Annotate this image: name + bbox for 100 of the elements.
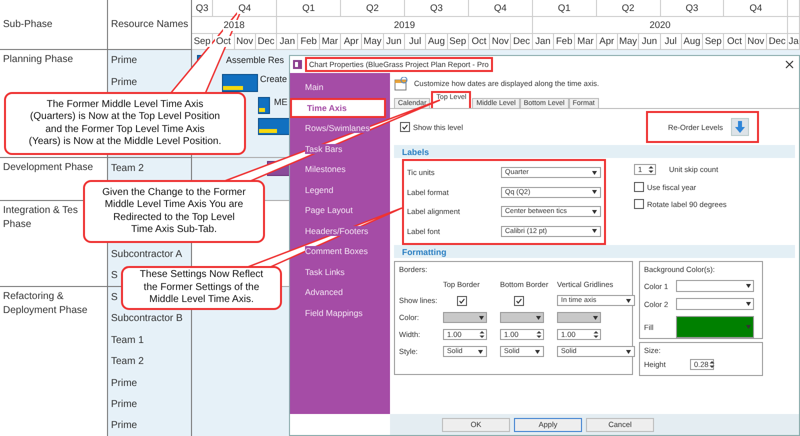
month-label: Nov <box>490 36 510 47</box>
color-dropdown[interactable] <box>557 312 601 323</box>
spinner-arrows-icon[interactable] <box>536 330 542 339</box>
gantt-bar <box>258 118 290 135</box>
caret-icon <box>746 302 751 306</box>
sidebar-item[interactable]: Task Bars <box>290 138 390 159</box>
month-label: Ja <box>788 36 800 47</box>
caret-icon <box>626 298 631 302</box>
gantt-bar <box>258 97 270 114</box>
month-label: Jan <box>278 36 296 47</box>
quarter-label: Q2 <box>365 2 380 14</box>
month-label: Sep <box>192 36 212 47</box>
month-label: Sep <box>704 36 723 47</box>
quarter-label: Q3 <box>194 2 210 14</box>
sidebar-item[interactable]: Headers/Footers <box>290 220 390 241</box>
column-header: Resource Names <box>111 19 188 30</box>
quarter-label: Q4 <box>748 2 764 14</box>
month-label: Apr <box>342 36 360 47</box>
color-dropdown[interactable] <box>500 312 544 323</box>
task-label: Assemble Res <box>226 55 284 65</box>
year-label: 2018 <box>222 20 246 30</box>
caret-icon <box>592 190 597 194</box>
column-header: Sub-Phase <box>3 19 52 30</box>
task-label: Create <box>260 74 288 84</box>
phase-name: Integration & Tes Phase <box>3 204 78 230</box>
phase-name: Planning Phase <box>3 54 74 65</box>
checkbox[interactable] <box>400 122 410 132</box>
month-label: Oct <box>470 36 488 47</box>
reorder-button[interactable] <box>731 118 749 136</box>
quarter-label: Q4 <box>237 2 252 14</box>
checkbox[interactable] <box>514 296 524 306</box>
caret-icon <box>592 210 597 214</box>
task-label: ME <box>274 97 288 107</box>
month-label: Mar <box>576 36 595 47</box>
spinner-arrows-icon[interactable] <box>708 360 715 369</box>
caret-icon <box>592 170 597 175</box>
year-label: 2020 <box>648 20 672 30</box>
resource-name: Prime <box>111 399 138 410</box>
quarter-label: Q1 <box>301 2 316 14</box>
color-dropdown[interactable] <box>676 298 754 310</box>
resource-name: S <box>111 292 118 303</box>
resource-name: S <box>111 270 118 281</box>
month-label: Aug <box>682 36 702 47</box>
app-icon <box>293 60 302 69</box>
sidebar-item[interactable]: Legend <box>290 180 390 200</box>
quarter-label: Q3 <box>684 2 700 14</box>
caret-icon <box>536 316 541 320</box>
month-label: Jun <box>640 36 658 47</box>
caret-icon <box>746 325 751 329</box>
quarter-label: Q3 <box>429 2 444 14</box>
callout: Given the Change to the Former Middle Level Time Axis You are Redirected to the Top Level Time Axis Sub-Tab. <box>83 180 265 243</box>
caret-icon <box>593 316 598 320</box>
checkbox[interactable] <box>634 199 644 209</box>
close-icon[interactable] <box>785 60 794 69</box>
caret-icon <box>626 350 631 354</box>
checkbox[interactable] <box>457 296 467 306</box>
color-dropdown[interactable] <box>676 280 754 292</box>
month-label: Feb <box>555 36 574 47</box>
month-label: Aug <box>426 36 446 47</box>
resource-name: Prime <box>111 55 138 66</box>
sidebar-item[interactable]: Page Layout <box>290 200 390 220</box>
month-label: Jan <box>534 36 552 47</box>
sidebar-item[interactable]: Comment Boxes <box>290 241 390 262</box>
callout: These Settings Now Reflect the Former Settings of the Middle Level Time Axis. <box>121 266 282 310</box>
month-label: May <box>618 36 638 47</box>
sidebar-item[interactable]: Time Axis <box>290 98 386 118</box>
month-label: Apr <box>598 36 616 47</box>
caret-icon <box>478 350 483 354</box>
gantt-bar <box>222 74 258 92</box>
resource-name: Prime <box>111 76 138 88</box>
resource-name: Prime <box>111 378 138 389</box>
sidebar-item[interactable]: Main <box>290 77 390 98</box>
month-label: Nov <box>746 36 766 47</box>
month-label: Dec <box>768 36 787 47</box>
color-dropdown[interactable] <box>676 316 754 338</box>
month-label: Dec <box>256 36 276 47</box>
month-label: Dec <box>512 36 532 47</box>
quarter-label: Q1 <box>556 2 572 14</box>
resource-name: Subcontractor A <box>111 248 182 260</box>
month-label: May <box>362 36 382 47</box>
caret-icon <box>535 350 540 354</box>
resource-name: Team 2 <box>111 356 144 368</box>
quarter-label: Q4 <box>492 2 508 14</box>
sidebar-item[interactable]: Field Mappings <box>290 302 390 323</box>
month-label: Feb <box>299 36 318 47</box>
resource-name: Subcontractor B <box>111 313 183 324</box>
phase-name: Refactoring & Deployment Phase <box>3 290 88 316</box>
sidebar-item[interactable]: Task Links <box>290 262 390 282</box>
color-dropdown[interactable] <box>443 312 487 323</box>
spinner-arrows-icon[interactable] <box>648 165 654 174</box>
spinner-arrows-icon[interactable] <box>479 330 485 339</box>
sidebar-item[interactable]: Milestones <box>290 159 390 180</box>
checkbox[interactable] <box>634 182 644 192</box>
year-label: 2019 <box>392 20 416 30</box>
spinner-arrows-icon[interactable] <box>593 330 599 339</box>
month-label: Jun <box>385 36 402 47</box>
sidebar-item[interactable]: Advanced <box>290 282 390 302</box>
sidebar-item[interactable]: Rows/Swimlanes <box>290 118 390 138</box>
section-title: Formatting <box>402 246 446 256</box>
month-label: Oct <box>215 36 232 47</box>
